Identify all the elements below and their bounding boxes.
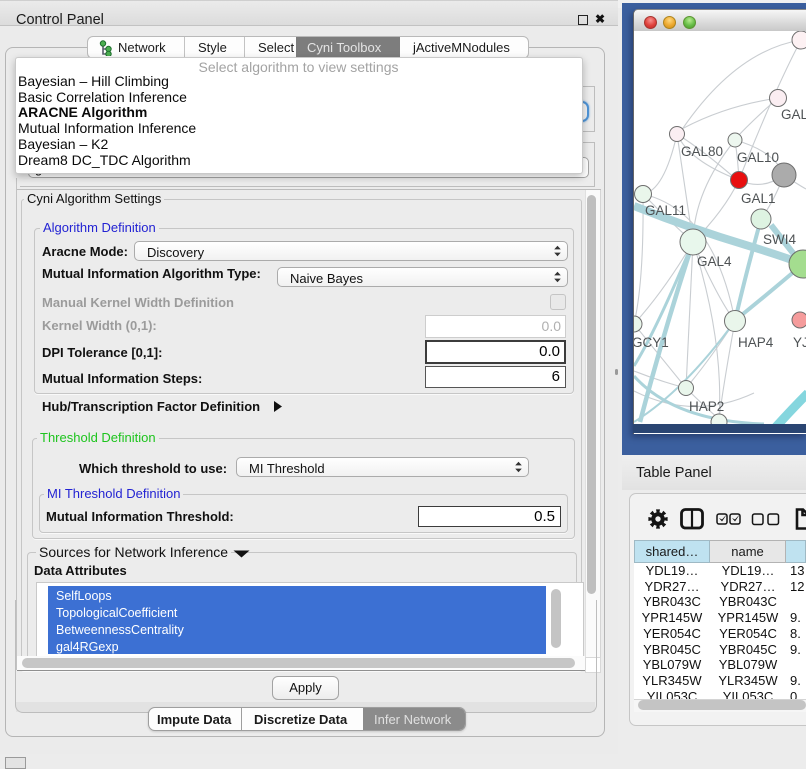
svg-text:HAP2: HAP2 (689, 399, 724, 414)
svg-text:GAL7: GAL7 (781, 107, 806, 122)
svg-text:GCY1: GCY1 (634, 335, 669, 350)
svg-text:SWI4: SWI4 (763, 232, 796, 247)
svg-text:GAL80: GAL80 (681, 144, 723, 159)
svg-text:GAL11: GAL11 (645, 203, 686, 218)
svg-text:GAL4: GAL4 (697, 254, 732, 269)
svg-text:GAL1: GAL1 (741, 191, 776, 206)
svg-text:YJ: YJ (793, 335, 806, 350)
svg-text:GAL10: GAL10 (737, 150, 779, 165)
svg-text:HAP4: HAP4 (738, 335, 774, 350)
